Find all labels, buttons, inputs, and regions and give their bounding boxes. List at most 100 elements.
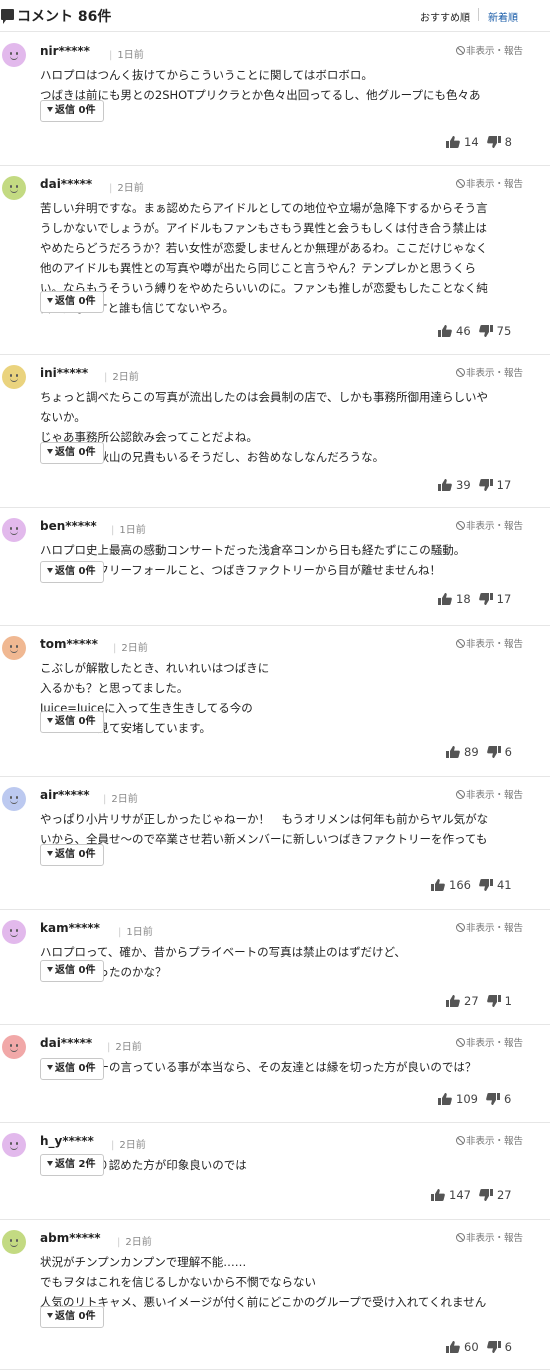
thumbs-down-icon xyxy=(478,325,493,337)
reply-toggle-button[interactable]: 返信 0件 xyxy=(40,561,104,583)
like-count: 109 xyxy=(456,1092,478,1106)
comment-timestamp: 2日前 xyxy=(113,639,147,654)
reply-toggle-button[interactable]: 返信 0件 xyxy=(40,844,104,866)
hide-report-link[interactable]: 非表示・報告 xyxy=(456,1035,523,1049)
thumbs-down-icon xyxy=(479,879,493,891)
like-button[interactable]: 89 xyxy=(446,745,487,759)
comment-body: ハロプロ史上最高の感動コンサートだった浅倉卒コンから日も経たずにこの騒動。 ハロプ… xyxy=(40,540,522,580)
comment-timestamp: 2日前 xyxy=(117,1233,151,1248)
comment-bubble-icon xyxy=(1,9,14,24)
hide-report-link[interactable]: 非表示・報告 xyxy=(456,518,523,532)
comment-username[interactable]: h_y***** xyxy=(40,1134,94,1148)
vote-group: 39 17 xyxy=(438,478,511,498)
like-count: 14 xyxy=(464,135,479,149)
comment-timestamp: 1日前 xyxy=(109,46,143,61)
dislike-button[interactable]: 6 xyxy=(486,1340,512,1354)
dislike-button[interactable]: 8 xyxy=(486,135,512,149)
like-button[interactable]: 60 xyxy=(446,1340,487,1354)
thumbs-up-icon xyxy=(438,325,452,337)
comment-item: h_y***** 2日前 非表示・報告否定するより認めた方が印象良いのでは返信 2件… xyxy=(0,1123,550,1220)
comment-username[interactable]: nir***** xyxy=(40,44,90,58)
like-button[interactable]: 166 xyxy=(431,878,479,892)
comment-username[interactable]: abm***** xyxy=(40,1231,101,1245)
comment-text-line: る。 xyxy=(40,105,522,125)
dislike-button[interactable]: 17 xyxy=(478,592,511,606)
dislike-button[interactable]: 41 xyxy=(479,878,512,892)
comment-timestamp: 2日前 xyxy=(109,179,143,194)
hide-report-label: 非表示・報告 xyxy=(466,179,524,190)
comment-username[interactable]: ben***** xyxy=(40,519,97,533)
avatar xyxy=(2,43,26,67)
dislike-count: 6 xyxy=(504,1340,512,1354)
block-icon xyxy=(456,368,465,377)
like-button[interactable]: 46 xyxy=(438,324,479,338)
comment-username[interactable]: dai***** xyxy=(40,177,92,191)
thumbs-down-icon xyxy=(478,593,493,605)
dislike-button[interactable]: 75 xyxy=(478,324,511,338)
comment-username[interactable]: ini***** xyxy=(40,366,88,380)
reply-count-label: 返信 0件 xyxy=(55,296,96,307)
dislike-button[interactable]: 6 xyxy=(486,1092,511,1106)
reply-toggle-button[interactable]: 返信 0件 xyxy=(40,100,104,122)
comment-item: dai***** 2日前 非表示・報告苦しい弁明ですな。まぁ認めたらアイドルとしての… xyxy=(0,166,550,355)
comment-text-line: Juice=Juiceに入って生き生きしてる今の xyxy=(40,701,253,715)
avatar xyxy=(2,176,26,200)
caret-down-icon xyxy=(47,449,53,454)
reply-toggle-button[interactable]: 返信 2件 xyxy=(40,1154,104,1176)
reply-count-label: 返信 0件 xyxy=(55,447,96,458)
comment-text-line: 否定するより認めた方が印象良いのでは xyxy=(40,1158,247,1172)
sort-divider xyxy=(478,8,479,21)
dislike-button[interactable]: 27 xyxy=(479,1188,512,1202)
dislike-button[interactable]: 6 xyxy=(486,745,512,759)
comment-username[interactable]: dai***** xyxy=(40,1036,92,1050)
hide-report-link[interactable]: 非表示・報告 xyxy=(456,1133,523,1147)
comment-body: ちょっと調べたらこの写真が流出したのは会員制の店で、しかも事務所御用達らしいやな… xyxy=(40,387,522,467)
reply-toggle-button[interactable]: 返信 0件 xyxy=(40,442,104,464)
vote-group: 14 8 xyxy=(446,135,512,155)
reply-toggle-button[interactable]: 返信 0件 xyxy=(40,960,104,982)
avatar xyxy=(2,365,26,389)
hide-report-label: 非表示・報告 xyxy=(466,521,524,532)
sort-recommended-link[interactable]: おすすめ順 xyxy=(420,9,470,24)
comment-username[interactable]: kam***** xyxy=(40,921,100,935)
caret-down-icon xyxy=(47,967,53,972)
avatar xyxy=(2,920,26,944)
like-button[interactable]: 27 xyxy=(446,994,487,1008)
comment-username[interactable]: air***** xyxy=(40,788,90,802)
hide-report-label: 非表示・報告 xyxy=(466,1233,524,1244)
comment-text-line: でもヲタはこれを信じるしかないから不憫でならない xyxy=(40,1275,316,1289)
like-button[interactable]: 14 xyxy=(446,135,487,149)
comment-text-line: 状況がチンプンカンプンで理解不能…… xyxy=(40,1255,247,1269)
dislike-count: 41 xyxy=(496,878,512,892)
reply-toggle-button[interactable]: 返信 0件 xyxy=(40,291,104,313)
dislike-button[interactable]: 17 xyxy=(478,478,512,492)
like-button[interactable]: 39 xyxy=(438,478,479,492)
hide-report-link[interactable]: 非表示・報告 xyxy=(456,365,523,379)
like-button[interactable]: 18 xyxy=(438,592,479,606)
thumbs-up-icon xyxy=(438,479,452,491)
reply-toggle-button[interactable]: 返信 0件 xyxy=(40,1058,104,1080)
like-button[interactable]: 147 xyxy=(431,1188,479,1202)
thumbs-down-icon xyxy=(486,746,501,758)
sort-newest-link[interactable]: 新着順 xyxy=(488,9,518,24)
comment-text-line: やっぱり小片リサが正しかったじゃねーか！ もうオリメンは何年も前からヤル気がな xyxy=(40,812,489,826)
hide-report-link[interactable]: 非表示・報告 xyxy=(456,43,523,57)
comment-item: abm***** 2日前 非表示・報告状況がチンプンカンプンで理解不能…… でもヲタは… xyxy=(0,1220,550,1370)
comment-item: nir***** 1日前 非表示・報告ハロプロはつんく抜けてからこういうことに関して… xyxy=(0,33,550,166)
dislike-button[interactable]: 1 xyxy=(486,994,512,1008)
comment-username[interactable]: tom***** xyxy=(40,637,98,651)
reply-toggle-button[interactable]: 返信 0件 xyxy=(40,711,104,733)
block-icon xyxy=(456,179,465,188)
like-button[interactable]: 109 xyxy=(438,1092,486,1106)
hide-report-link[interactable]: 非表示・報告 xyxy=(456,787,523,801)
comment-text-line: 白で処○ですと誰も信じてないやろ。 xyxy=(40,301,235,315)
hide-report-link[interactable]: 非表示・報告 xyxy=(456,636,523,650)
reply-toggle-button[interactable]: 返信 0件 xyxy=(40,1306,104,1328)
reply-count-label: 返信 0件 xyxy=(55,105,96,116)
hide-report-link[interactable]: 非表示・報告 xyxy=(456,1230,523,1244)
comment-text-line: ちょっと調べたらこの写真が流出したのは会員制の店で、しかも事務所御用達らしいや xyxy=(40,390,489,404)
hide-report-link[interactable]: 非表示・報告 xyxy=(456,920,523,934)
comment-body: ハロプロはつんく抜けてからこういうことに関してはボロボロ。 つばきは前にも男との2… xyxy=(40,65,522,125)
dislike-count: 17 xyxy=(496,478,512,492)
hide-report-link[interactable]: 非表示・報告 xyxy=(456,176,523,190)
